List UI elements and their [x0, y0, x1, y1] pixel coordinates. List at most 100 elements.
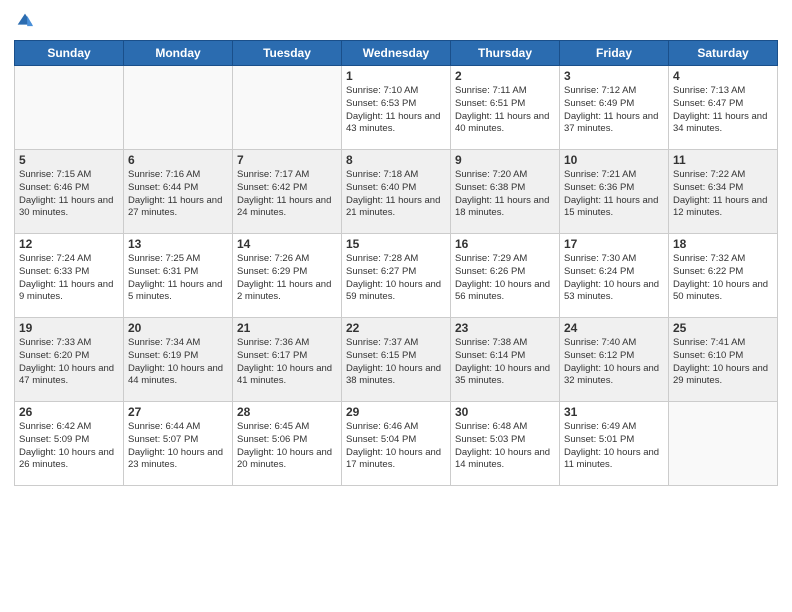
calendar-cell: 16 Sunrise: 7:29 AM Sunset: 6:26 PM Dayli…: [451, 234, 560, 318]
day-info: Sunrise: 7:16 AM Sunset: 6:44 PM Dayligh…: [128, 169, 228, 220]
day-number: 2: [455, 69, 555, 83]
day-number: 30: [455, 405, 555, 419]
day-number: 31: [564, 405, 664, 419]
day-info: Sunrise: 7:29 AM Sunset: 6:26 PM Dayligh…: [455, 253, 555, 304]
weekday-header-tuesday: Tuesday: [233, 41, 342, 66]
day-info: Sunrise: 6:49 AM Sunset: 5:01 PM Dayligh…: [564, 421, 664, 472]
calendar-cell: 10 Sunrise: 7:21 AM Sunset: 6:36 PM Dayli…: [560, 150, 669, 234]
calendar-cell: 15 Sunrise: 7:28 AM Sunset: 6:27 PM Dayli…: [342, 234, 451, 318]
weekday-header-sunday: Sunday: [15, 41, 124, 66]
weekday-header-thursday: Thursday: [451, 41, 560, 66]
day-number: 29: [346, 405, 446, 419]
day-info: Sunrise: 7:33 AM Sunset: 6:20 PM Dayligh…: [19, 337, 119, 388]
day-info: Sunrise: 7:32 AM Sunset: 6:22 PM Dayligh…: [673, 253, 773, 304]
day-number: 9: [455, 153, 555, 167]
day-number: 14: [237, 237, 337, 251]
day-number: 13: [128, 237, 228, 251]
calendar-cell: 18Sunrise: 7:32 AM Sunset: 6:22 PM Dayli…: [669, 234, 778, 318]
day-info: Sunrise: 6:44 AM Sunset: 5:07 PM Dayligh…: [128, 421, 228, 472]
day-number: 28: [237, 405, 337, 419]
calendar-cell: 19 Sunrise: 7:33 AM Sunset: 6:20 PM Dayli…: [15, 318, 124, 402]
calendar-week-0: 1 Sunrise: 7:10 AM Sunset: 6:53 PM Daylig…: [15, 66, 778, 150]
day-info: Sunrise: 7:26 AM Sunset: 6:29 PM Dayligh…: [237, 253, 337, 304]
weekday-header-monday: Monday: [124, 41, 233, 66]
day-info: Sunrise: 7:25 AM Sunset: 6:31 PM Dayligh…: [128, 253, 228, 304]
day-number: 19: [19, 321, 119, 335]
calendar-cell: [233, 66, 342, 150]
day-number: 3: [564, 69, 664, 83]
day-info: Sunrise: 7:24 AM Sunset: 6:33 PM Dayligh…: [19, 253, 119, 304]
calendar-cell: 21 Sunrise: 7:36 AM Sunset: 6:17 PM Dayli…: [233, 318, 342, 402]
day-number: 11: [673, 153, 773, 167]
calendar-week-2: 12 Sunrise: 7:24 AM Sunset: 6:33 PM Dayli…: [15, 234, 778, 318]
day-number: 27: [128, 405, 228, 419]
calendar-cell: 3 Sunrise: 7:12 AM Sunset: 6:49 PM Daylig…: [560, 66, 669, 150]
day-info: Sunrise: 7:11 AM Sunset: 6:51 PM Dayligh…: [455, 85, 555, 136]
calendar-cell: 23 Sunrise: 7:38 AM Sunset: 6:14 PM Dayli…: [451, 318, 560, 402]
calendar-cell: [15, 66, 124, 150]
day-info: Sunrise: 7:37 AM Sunset: 6:15 PM Dayligh…: [346, 337, 446, 388]
calendar-cell: 24 Sunrise: 7:40 AM Sunset: 6:12 PM Dayli…: [560, 318, 669, 402]
day-info: Sunrise: 7:20 AM Sunset: 6:38 PM Dayligh…: [455, 169, 555, 220]
calendar-cell: 31 Sunrise: 6:49 AM Sunset: 5:01 PM Dayli…: [560, 402, 669, 486]
calendar-cell: 12 Sunrise: 7:24 AM Sunset: 6:33 PM Dayli…: [15, 234, 124, 318]
calendar-cell: 25 Sunrise: 7:41 AM Sunset: 6:10 PM Dayli…: [669, 318, 778, 402]
day-info: Sunrise: 7:22 AM Sunset: 6:34 PM Dayligh…: [673, 169, 773, 220]
day-number: 1: [346, 69, 446, 83]
day-info: Sunrise: 6:48 AM Sunset: 5:03 PM Dayligh…: [455, 421, 555, 472]
weekday-header-saturday: Saturday: [669, 41, 778, 66]
day-info: Sunrise: 7:41 AM Sunset: 6:10 PM Dayligh…: [673, 337, 773, 388]
day-number: 22: [346, 321, 446, 335]
logo: [14, 10, 38, 32]
calendar-cell: 17Sunrise: 7:30 AM Sunset: 6:24 PM Dayli…: [560, 234, 669, 318]
day-info: Sunrise: 7:13 AM Sunset: 6:47 PM Dayligh…: [673, 85, 773, 136]
day-number: 21: [237, 321, 337, 335]
weekday-header-wednesday: Wednesday: [342, 41, 451, 66]
day-info: Sunrise: 7:34 AM Sunset: 6:19 PM Dayligh…: [128, 337, 228, 388]
day-number: 12: [19, 237, 119, 251]
day-info: Sunrise: 6:45 AM Sunset: 5:06 PM Dayligh…: [237, 421, 337, 472]
calendar-cell: [124, 66, 233, 150]
day-info: Sunrise: 7:21 AM Sunset: 6:36 PM Dayligh…: [564, 169, 664, 220]
calendar-cell: 22 Sunrise: 7:37 AM Sunset: 6:15 PM Dayli…: [342, 318, 451, 402]
calendar-cell: [669, 402, 778, 486]
calendar-cell: 5Sunrise: 7:15 AM Sunset: 6:46 PM Daylig…: [15, 150, 124, 234]
calendar-cell: 28 Sunrise: 6:45 AM Sunset: 5:06 PM Dayli…: [233, 402, 342, 486]
day-number: 25: [673, 321, 773, 335]
calendar-cell: 27 Sunrise: 6:44 AM Sunset: 5:07 PM Dayli…: [124, 402, 233, 486]
calendar-cell: 11 Sunrise: 7:22 AM Sunset: 6:34 PM Dayli…: [669, 150, 778, 234]
calendar-cell: 2 Sunrise: 7:11 AM Sunset: 6:51 PM Daylig…: [451, 66, 560, 150]
day-number: 7: [237, 153, 337, 167]
calendar-week-1: 5Sunrise: 7:15 AM Sunset: 6:46 PM Daylig…: [15, 150, 778, 234]
day-info: Sunrise: 7:40 AM Sunset: 6:12 PM Dayligh…: [564, 337, 664, 388]
calendar-cell: 1 Sunrise: 7:10 AM Sunset: 6:53 PM Daylig…: [342, 66, 451, 150]
calendar-cell: 7Sunrise: 7:17 AM Sunset: 6:42 PM Daylig…: [233, 150, 342, 234]
day-number: 4: [673, 69, 773, 83]
day-info: Sunrise: 7:18 AM Sunset: 6:40 PM Dayligh…: [346, 169, 446, 220]
day-info: Sunrise: 6:46 AM Sunset: 5:04 PM Dayligh…: [346, 421, 446, 472]
day-info: Sunrise: 7:10 AM Sunset: 6:53 PM Dayligh…: [346, 85, 446, 136]
page-container: SundayMondayTuesdayWednesdayThursdayFrid…: [0, 0, 792, 494]
calendar-cell: 29 Sunrise: 6:46 AM Sunset: 5:04 PM Dayli…: [342, 402, 451, 486]
day-info: Sunrise: 7:15 AM Sunset: 6:46 PM Dayligh…: [19, 169, 119, 220]
day-number: 10: [564, 153, 664, 167]
day-number: 15: [346, 237, 446, 251]
weekday-header-friday: Friday: [560, 41, 669, 66]
calendar-cell: 20 Sunrise: 7:34 AM Sunset: 6:19 PM Dayli…: [124, 318, 233, 402]
day-info: Sunrise: 7:36 AM Sunset: 6:17 PM Dayligh…: [237, 337, 337, 388]
day-number: 26: [19, 405, 119, 419]
day-info: Sunrise: 7:38 AM Sunset: 6:14 PM Dayligh…: [455, 337, 555, 388]
calendar-table: SundayMondayTuesdayWednesdayThursdayFrid…: [14, 40, 778, 486]
day-number: 20: [128, 321, 228, 335]
day-info: Sunrise: 7:30 AM Sunset: 6:24 PM Dayligh…: [564, 253, 664, 304]
day-number: 16: [455, 237, 555, 251]
calendar-cell: 6 Sunrise: 7:16 AM Sunset: 6:44 PM Daylig…: [124, 150, 233, 234]
logo-icon: [14, 10, 36, 32]
day-info: Sunrise: 7:28 AM Sunset: 6:27 PM Dayligh…: [346, 253, 446, 304]
day-number: 6: [128, 153, 228, 167]
calendar-week-3: 19 Sunrise: 7:33 AM Sunset: 6:20 PM Dayli…: [15, 318, 778, 402]
day-number: 23: [455, 321, 555, 335]
calendar-cell: 14 Sunrise: 7:26 AM Sunset: 6:29 PM Dayli…: [233, 234, 342, 318]
day-number: 24: [564, 321, 664, 335]
day-info: Sunrise: 7:12 AM Sunset: 6:49 PM Dayligh…: [564, 85, 664, 136]
